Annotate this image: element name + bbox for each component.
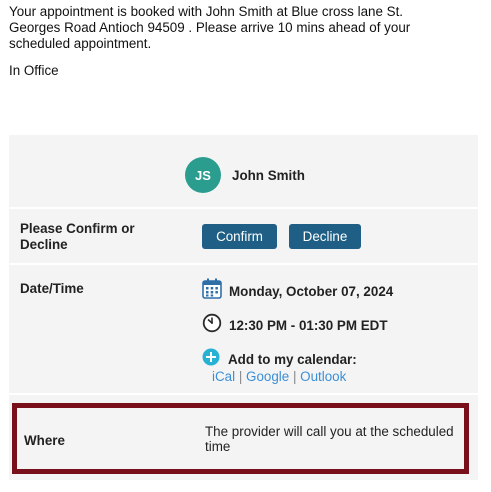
location-type: In Office	[9, 63, 59, 78]
appointment-time: 12:30 PM - 01:30 PM EDT	[229, 318, 388, 333]
link-separator: |	[238, 369, 243, 384]
where-row: Where The provider will call you at the …	[12, 403, 469, 474]
avatar: JS	[185, 157, 221, 193]
time-line: 12:30 PM - 01:30 PM EDT	[202, 313, 388, 338]
appointment-date: Monday, October 07, 2024	[229, 283, 394, 299]
appointment-card: JS John Smith Please Confirm or Decline …	[9, 135, 478, 480]
google-link[interactable]: Google	[246, 369, 289, 384]
datetime-label: Date/Time	[20, 281, 84, 296]
outlook-link[interactable]: Outlook	[300, 369, 346, 384]
date-line: Monday, October 07, 2024	[202, 278, 393, 304]
ical-link[interactable]: iCal	[212, 369, 235, 384]
add-calendar-label: Add to my calendar:	[228, 352, 357, 367]
provider-name: John Smith	[232, 167, 305, 183]
add-calendar-line: Add to my calendar:	[202, 348, 357, 371]
clock-icon	[202, 313, 222, 338]
where-value: The provider will call you at the schedu…	[205, 424, 454, 454]
confirm-label: Please Confirm or Decline	[20, 221, 135, 252]
calendar-links: iCal | Google | Outlook	[212, 369, 346, 384]
divider	[9, 393, 478, 395]
where-label: Where	[24, 433, 65, 448]
divider	[9, 263, 478, 265]
divider	[9, 207, 478, 209]
appointment-message: Your appointment is booked with John Smi…	[9, 4, 411, 51]
link-separator: |	[292, 369, 297, 384]
confirm-button[interactable]: Confirm	[202, 224, 277, 249]
calendar-icon	[202, 278, 222, 304]
plus-circle-icon	[202, 348, 220, 371]
provider-header: JS John Smith	[185, 157, 305, 193]
decline-button[interactable]: Decline	[289, 224, 361, 249]
